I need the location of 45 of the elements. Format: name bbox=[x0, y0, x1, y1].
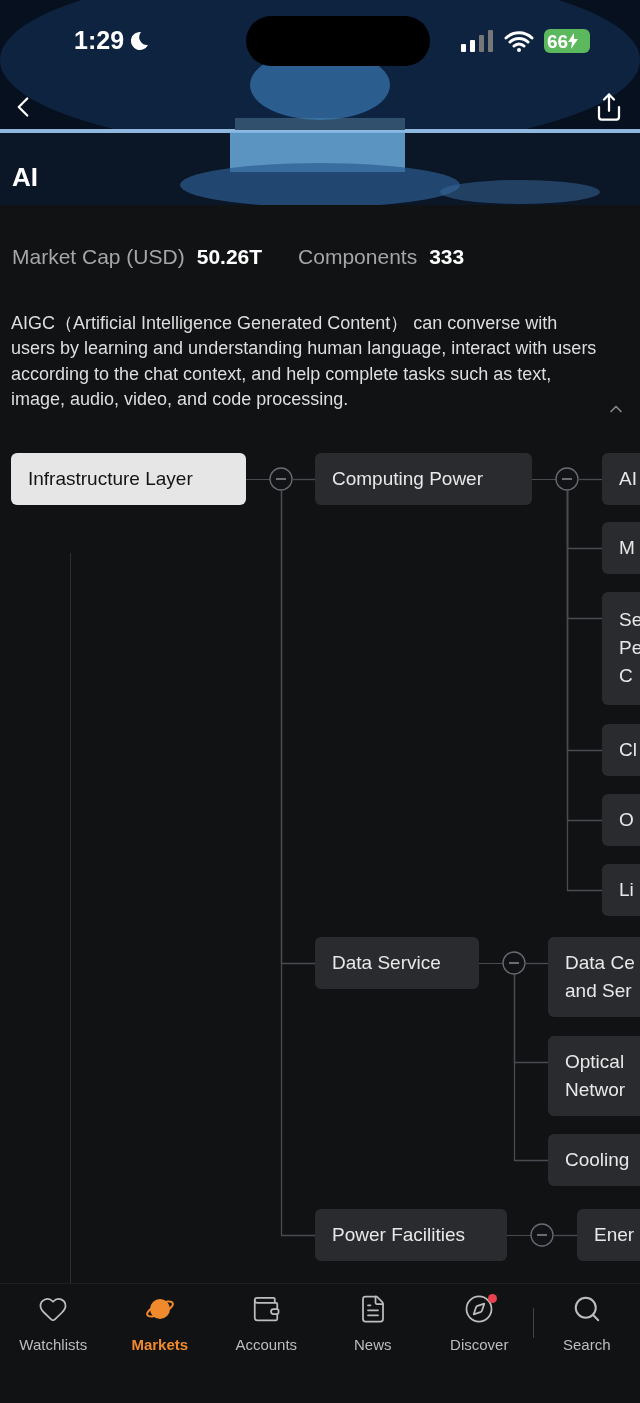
mind-map-node[interactable]: Li bbox=[602, 863, 640, 916]
collapse-toggle-icon[interactable] bbox=[530, 1222, 554, 1247]
moon-icon bbox=[128, 30, 151, 52]
mind-map-node[interactable]: Data Service bbox=[315, 936, 479, 989]
wallet-icon bbox=[251, 1294, 282, 1324]
mind-map-node[interactable]: Power Facilities bbox=[315, 1208, 507, 1261]
stat-label: Market Cap (USD) bbox=[12, 244, 185, 270]
collapse-toggle-icon[interactable] bbox=[502, 950, 526, 975]
mind-map-node[interactable]: O bbox=[602, 793, 640, 846]
connector-line bbox=[507, 1234, 531, 1236]
signal-icon bbox=[460, 30, 494, 52]
connector-line bbox=[579, 478, 602, 480]
mind-map-node[interactable]: Data Ce and Ser bbox=[548, 936, 640, 1017]
mind-map-node[interactable]: Optical Networ bbox=[548, 1035, 640, 1116]
collapse-toggle-icon[interactable] bbox=[269, 466, 293, 491]
mind-map-node[interactable]: Cooling bbox=[548, 1133, 640, 1186]
stat-value: 50.26T bbox=[196, 244, 263, 270]
tab-bar-item[interactable]: Discover bbox=[426, 1294, 533, 1356]
mind-map-node[interactable]: M bbox=[602, 521, 640, 574]
connector-line bbox=[554, 1234, 577, 1236]
description-text: AIGC（Artificial Intelligence Generated Content） can converse with users by learning and understanding human language, interact with users according to the chat context, and help complete tasks such as text, image, audio, video, and code processing. bbox=[11, 311, 598, 411]
charging-icon bbox=[568, 33, 579, 49]
tab-bar-item[interactable]: Accounts bbox=[213, 1294, 320, 1356]
connector-line bbox=[479, 962, 503, 964]
tab-bar-item[interactable]: Search bbox=[533, 1294, 640, 1356]
mind-map-node[interactable]: Ener bbox=[577, 1208, 640, 1261]
compass-icon bbox=[464, 1294, 495, 1324]
mind-map-node[interactable]: Infrastructure Layer bbox=[11, 452, 246, 505]
mind-map-node[interactable]: Computing Power bbox=[315, 452, 532, 505]
tab-bar-item[interactable]: Markets bbox=[106, 1294, 213, 1356]
status-time: 1:29 bbox=[74, 25, 125, 57]
connector-line bbox=[246, 478, 270, 480]
connector-line bbox=[526, 962, 548, 964]
tab-bar-item[interactable]: News bbox=[319, 1294, 426, 1356]
connector-line bbox=[532, 478, 556, 480]
mind-map-node[interactable]: Cl bbox=[602, 723, 640, 776]
collapse-toggle-icon[interactable] bbox=[555, 466, 579, 491]
stat-label: Components bbox=[298, 244, 418, 270]
page-title: AI bbox=[12, 161, 38, 194]
wifi-icon bbox=[504, 30, 534, 52]
stat-value: 333 bbox=[429, 244, 465, 270]
battery-indicator: 66 bbox=[544, 29, 590, 53]
connector-line bbox=[293, 478, 315, 480]
mind-map-node[interactable]: AI bbox=[602, 452, 640, 505]
tab-bar-item[interactable]: Watchlists bbox=[0, 1294, 107, 1356]
